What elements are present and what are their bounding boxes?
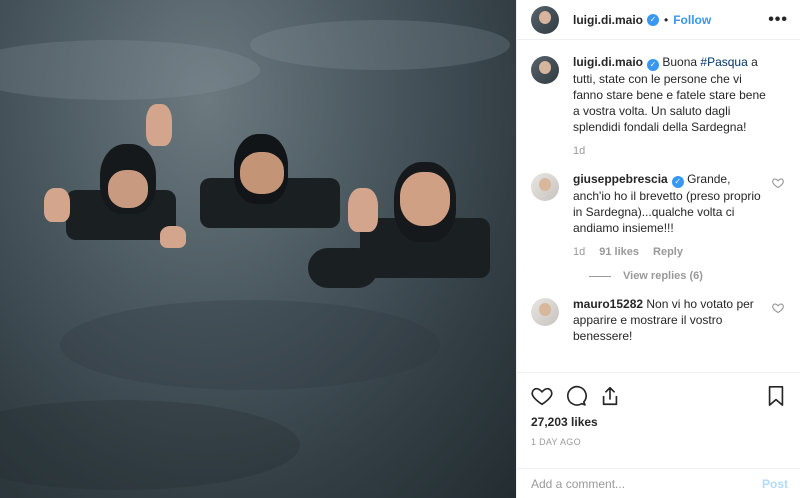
diver-left [36,100,196,260]
post-sidebar: luigi.di.maio ✓ • Follow ••• luigi.di.ma… [516,0,800,498]
reply-button[interactable]: Reply [653,244,683,260]
instagram-post-view: luigi.di.maio ✓ • Follow ••• luigi.di.ma… [0,0,800,498]
hashtag-link[interactable]: #Pasqua [700,55,747,69]
verified-icon: ✓ [647,59,660,71]
view-replies-label: View replies (6) [623,270,703,282]
comment-likes[interactable]: 91 likes [599,244,639,260]
comment-input[interactable] [531,476,762,491]
caption-text-start: Buona [662,55,701,69]
comment-like-icon[interactable] [772,302,784,314]
post-timestamp[interactable]: 1 DAY AGO [531,437,786,447]
bookmark-icon[interactable] [766,385,786,407]
commenter-avatar[interactable] [531,298,559,326]
water-texture [60,300,440,390]
post-actions: 27,203 likes 1 DAY AGO Post [517,372,800,498]
follow-button[interactable]: Follow [673,13,711,27]
verified-icon: ✓ [647,13,660,26]
heart-icon[interactable] [531,385,553,407]
share-icon[interactable] [599,385,621,407]
caption: luigi.di.maio ✓ Buona #Pasqua a tutti, st… [531,54,784,159]
author-username[interactable]: luigi.di.maio [573,13,643,27]
post-photo[interactable] [0,0,516,498]
caption-avatar[interactable] [531,56,559,84]
add-comment-bar: Post [517,468,800,498]
view-replies-button[interactable]: View replies (6) [589,270,784,282]
comment-like-icon[interactable] [772,177,784,189]
comment-time[interactable]: 1d [573,244,585,260]
author-avatar[interactable] [531,5,559,34]
commenter-username[interactable]: giuseppebrescia [573,172,668,186]
post-header: luigi.di.maio ✓ • Follow ••• [517,0,800,40]
verified-icon: ✓ [671,176,684,188]
comment-item: giuseppebrescia ✓ Grande, anch'io ho il b… [531,171,784,260]
comment-item: mauro15282 Non vi ho votato per apparire… [531,296,784,344]
water-texture [0,400,300,490]
water-texture [250,20,510,70]
likes-count[interactable]: 27,203 likes [531,415,786,429]
post-comment-button[interactable]: Post [762,477,788,491]
caption-username[interactable]: luigi.di.maio [573,55,643,69]
water-texture [0,40,260,100]
comments-list[interactable]: luigi.di.maio ✓ Buona #Pasqua a tutti, st… [517,40,800,372]
comment-icon[interactable] [565,385,587,407]
separator-dot: • [664,12,669,27]
replies-divider [589,275,611,277]
commenter-avatar[interactable] [531,173,559,201]
more-icon[interactable]: ••• [768,11,788,29]
diver-right [300,158,500,308]
commenter-username[interactable]: mauro15282 [573,297,643,311]
caption-time[interactable]: 1d [573,143,585,159]
